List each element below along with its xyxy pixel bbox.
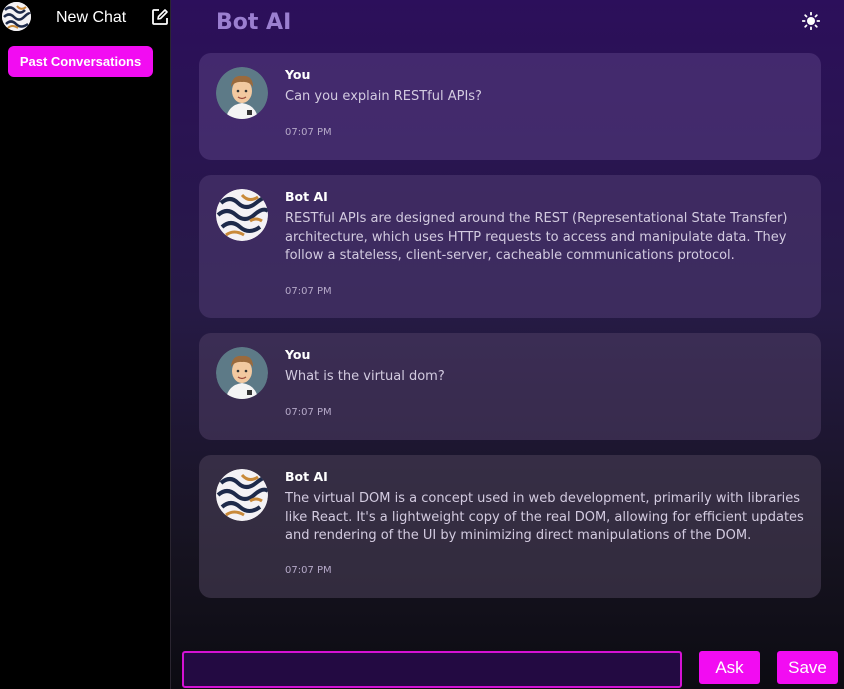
user-avatar-icon: [216, 67, 268, 119]
message-text: The virtual DOM is a concept used in web…: [285, 491, 804, 543]
message-sender: Bot AI: [285, 469, 328, 484]
message-input[interactable]: [182, 651, 682, 688]
message-text: RESTful APIs are designed around the RES…: [285, 211, 788, 263]
sun-icon[interactable]: [801, 11, 821, 31]
message-sender: You: [285, 347, 311, 362]
ask-button[interactable]: Ask: [699, 651, 760, 684]
page-title: Bot AI: [216, 10, 292, 35]
past-conversations-button[interactable]: Past Conversations: [8, 46, 153, 77]
message-time: 07:07 PM: [285, 565, 332, 576]
bot-avatar-icon: [216, 189, 268, 241]
message-text: Can you explain RESTful APIs?: [285, 89, 482, 104]
message-card: Bot AI RESTful APIs are designed around …: [199, 175, 821, 318]
message-time: 07:07 PM: [285, 127, 332, 138]
message-text: What is the virtual dom?: [285, 369, 445, 384]
message-sender: Bot AI: [285, 189, 328, 204]
user-avatar-icon: [216, 347, 268, 399]
message-card: Bot AI The virtual DOM is a concept used…: [199, 455, 821, 598]
sidebar: New Chat Past Conversations: [0, 0, 171, 689]
message-time: 07:07 PM: [285, 286, 332, 297]
save-button[interactable]: Save: [777, 651, 838, 684]
message-card: You Can you explain RESTful APIs? 07:07 …: [199, 53, 821, 160]
chat-main: Bot AI You Can you explain RESTful APIs?…: [171, 0, 844, 689]
bot-logo-icon: [2, 2, 31, 31]
new-chat-row[interactable]: New Chat: [0, 0, 171, 36]
message-sender: You: [285, 67, 311, 82]
message-card: You What is the virtual dom? 07:07 PM: [199, 333, 821, 440]
new-chat-label[interactable]: New Chat: [56, 8, 126, 28]
message-time: 07:07 PM: [285, 407, 332, 418]
bot-avatar-icon: [216, 469, 268, 521]
edit-icon[interactable]: [151, 8, 169, 26]
